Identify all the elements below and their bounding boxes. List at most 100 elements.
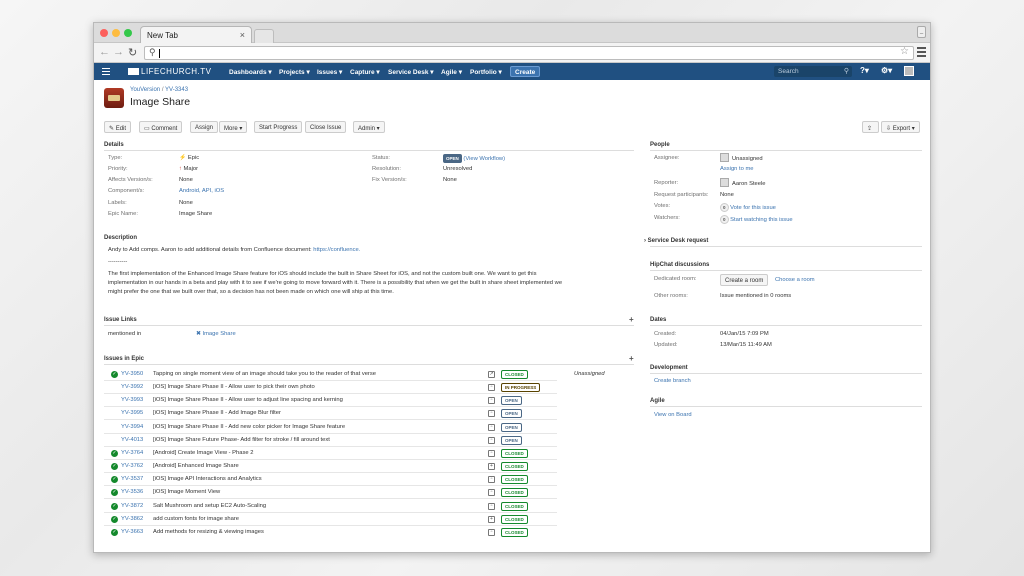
- back-icon[interactable]: ←: [99, 46, 110, 58]
- watch-link[interactable]: Start watching this issue: [730, 217, 793, 223]
- bookmark-star-icon[interactable]: ☆: [900, 46, 909, 57]
- issue-summary[interactable]: [iOS] Image Share Phase II - Allow user …: [153, 384, 315, 390]
- issue-summary[interactable]: Salt Mushroom and setup EC2 Auto-Scaling: [153, 503, 266, 509]
- create-branch-link[interactable]: Create branch: [654, 378, 691, 384]
- table-row[interactable]: ✓ YV-3950 Tapping on single moment view of…: [104, 368, 605, 381]
- assign-button[interactable]: Assign: [190, 121, 219, 133]
- user-avatar[interactable]: [904, 66, 914, 76]
- issue-key-link[interactable]: YV-3536: [121, 489, 143, 495]
- tab-close-icon[interactable]: ×: [240, 30, 245, 40]
- new-tab-button[interactable]: [254, 29, 274, 43]
- issue-key-link[interactable]: YV-3994: [121, 424, 143, 430]
- issue-key-link[interactable]: YV-3862: [121, 516, 143, 522]
- add-link-icon[interactable]: +: [629, 315, 634, 324]
- issue-type-icon: ▫: [488, 423, 495, 431]
- project-avatar-icon[interactable]: [104, 88, 124, 108]
- forward-icon[interactable]: →: [113, 46, 124, 58]
- view-workflow-link[interactable]: (View Workflow): [463, 156, 505, 162]
- issue-summary[interactable]: [Android] Enhanced Image Share: [153, 463, 239, 469]
- issue-key-link[interactable]: YV-3537: [121, 476, 143, 482]
- more-button[interactable]: More ▾: [219, 121, 248, 133]
- share-icon[interactable]: ⇪: [862, 121, 879, 133]
- minimize-window-icon[interactable]: [112, 29, 120, 37]
- edit-button[interactable]: ✎ Edit: [104, 121, 132, 133]
- issue-key-link[interactable]: YV-3995: [121, 410, 143, 416]
- address-bar[interactable]: ⚲ ☆: [144, 46, 914, 60]
- table-row[interactable]: YV-3992 [iOS] Image Share Phase II - Allo…: [104, 381, 557, 395]
- breadcrumb-project[interactable]: YouVersion: [130, 87, 160, 93]
- table-row[interactable]: ✓ YV-3536 [iOS] Image Moment View ▫ CLOSED: [104, 486, 557, 500]
- nav-agile[interactable]: Agile ▾: [441, 68, 462, 76]
- divider: [104, 150, 634, 151]
- table-row[interactable]: ✓ YV-3663 Add methods for resizing & viewi…: [104, 526, 557, 537]
- components-value[interactable]: Android, API, iOS: [179, 188, 224, 194]
- table-row[interactable]: ✓ YV-3537 [iOS] Image API Interactions and…: [104, 473, 557, 487]
- browser-tab[interactable]: New Tab ×: [140, 26, 252, 43]
- comment-button[interactable]: ▭ Comment: [139, 121, 183, 133]
- nav-issues[interactable]: Issues ▾: [317, 68, 342, 76]
- nav-portfolio[interactable]: Portfolio ▾: [470, 68, 502, 76]
- table-row[interactable]: ✓ YV-3872 Salt Mushroom and setup EC2 Auto…: [104, 500, 557, 513]
- nav-dashboards[interactable]: Dashboards ▾: [229, 68, 272, 76]
- table-row[interactable]: ✓ YV-3764 [Android] Create Image View - Ph…: [104, 447, 557, 460]
- nav-capture[interactable]: Capture ▾: [350, 68, 380, 76]
- export-button[interactable]: ⇩ Export ▾: [881, 121, 920, 133]
- issue-key-link[interactable]: YV-4013: [121, 437, 143, 443]
- issue-summary[interactable]: [iOS] Image Share Future Phase- Add filt…: [153, 437, 330, 443]
- issue-summary[interactable]: [iOS] Image API Interactions and Analyti…: [153, 476, 262, 482]
- window-restore-icon[interactable]: –: [917, 26, 926, 38]
- issue-summary[interactable]: Tapping on single moment view of an imag…: [153, 371, 376, 377]
- issue-summary[interactable]: [iOS] Image Share Phase II - Add new col…: [153, 424, 345, 430]
- nav-service-desk[interactable]: Service Desk ▾: [388, 68, 434, 76]
- issue-type-icon: ▫: [488, 410, 495, 418]
- confluence-link[interactable]: https://confluence.: [313, 247, 360, 253]
- breadcrumb-issue-key[interactable]: YV-3343: [165, 87, 188, 93]
- issue-summary[interactable]: [iOS] Image Share Phase II - Add Image B…: [153, 410, 281, 416]
- issue-summary[interactable]: [iOS] Image Share Phase II - Allow user …: [153, 397, 343, 403]
- issue-key-link[interactable]: YV-3663: [121, 529, 143, 535]
- divider: [650, 246, 922, 247]
- choose-room-link[interactable]: Choose a room: [775, 277, 815, 283]
- admin-button[interactable]: Admin ▾: [353, 121, 385, 133]
- close-issue-button[interactable]: Close Issue: [305, 121, 347, 133]
- assign-to-me-link[interactable]: Assign to me: [720, 166, 754, 172]
- close-window-icon[interactable]: [100, 29, 108, 37]
- table-row[interactable]: YV-3995 [iOS] Image Share Phase II - Add …: [104, 407, 557, 421]
- issue-summary[interactable]: [iOS] Image Moment View: [153, 489, 220, 495]
- reload-icon[interactable]: ↻: [128, 46, 137, 59]
- table-row[interactable]: YV-3994 [iOS] Image Share Phase II - Add …: [104, 421, 557, 434]
- issue-key-link[interactable]: YV-3872: [121, 503, 143, 509]
- issue-title[interactable]: Image Share: [130, 96, 190, 108]
- service-desk-heading[interactable]: › Service Desk request: [644, 238, 708, 244]
- issue-key-link[interactable]: YV-3762: [121, 463, 143, 469]
- jira-search-input[interactable]: Search ⚲: [774, 66, 852, 77]
- lifechurch-logo[interactable]: LIFECHURCH.TV: [128, 67, 212, 76]
- create-button[interactable]: Create: [510, 66, 541, 77]
- reporter-value[interactable]: Aaron Steele: [720, 178, 766, 187]
- settings-gear-icon[interactable]: ⚙▾: [881, 66, 892, 75]
- table-row[interactable]: ✓ YV-3762 [Android] Enhanced Image Share + C…: [104, 460, 557, 474]
- issue-key-link[interactable]: YV-3992: [121, 384, 143, 390]
- table-row[interactable]: ✓ YV-3862 add custom fonts for image share…: [104, 513, 557, 526]
- nav-projects[interactable]: Projects ▾: [279, 68, 310, 76]
- table-row[interactable]: YV-4013 [iOS] Image Share Future Phase- A…: [104, 434, 557, 447]
- issue-key-link[interactable]: YV-3993: [121, 397, 143, 403]
- linked-issue[interactable]: ✖ Image Share: [196, 331, 236, 337]
- browser-menu-icon[interactable]: [917, 47, 926, 59]
- divider: [650, 325, 922, 326]
- issue-summary[interactable]: add custom fonts for image share: [153, 516, 239, 522]
- create-room-button[interactable]: Create a room: [720, 274, 769, 286]
- view-on-board-link[interactable]: View on Board: [654, 412, 692, 418]
- add-epic-issue-icon[interactable]: +: [629, 354, 634, 363]
- maximize-window-icon[interactable]: [124, 29, 132, 37]
- issue-summary[interactable]: Add methods for resizing & viewing image…: [153, 529, 264, 535]
- app-switcher-icon[interactable]: [102, 68, 110, 77]
- help-icon[interactable]: ?▾: [860, 66, 869, 75]
- issue-key-link[interactable]: YV-3764: [121, 450, 143, 456]
- issue-key-link[interactable]: YV-3950: [121, 371, 143, 377]
- table-row[interactable]: YV-3993 [iOS] Image Share Phase II - Allo…: [104, 394, 557, 408]
- vote-link[interactable]: Vote for this issue: [730, 205, 776, 211]
- status-badge: CLOSED: [501, 475, 528, 485]
- start-progress-button[interactable]: Start Progress: [254, 121, 303, 133]
- issue-summary[interactable]: [Android] Create Image View - Phase 2: [153, 450, 253, 456]
